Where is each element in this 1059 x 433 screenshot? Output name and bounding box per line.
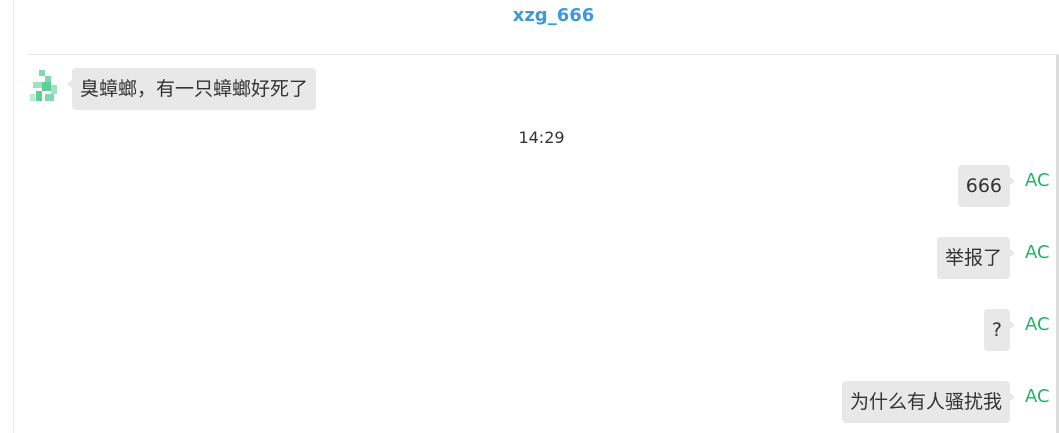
chat-window: xzg_666 臭蟑螂，有一只蟑螂好死了 14:29 666 AC 举报了 AC… — [0, 0, 1059, 433]
sender-tag[interactable]: AC — [1025, 387, 1050, 407]
message-text: 666 — [965, 175, 1002, 197]
message-text: ? — [991, 319, 1002, 341]
chat-header: xzg_666 — [28, 0, 1059, 55]
message-text: 为什么有人骚扰我 — [849, 391, 1002, 413]
outgoing-message-bubble[interactable]: 为什么有人骚扰我 — [841, 381, 1016, 423]
message-text: 举报了 — [944, 247, 1002, 269]
message-text: 臭蟑螂，有一只蟑螂好死了 — [80, 78, 309, 100]
chat-title[interactable]: xzg_666 — [513, 0, 595, 32]
outgoing-message-bubble[interactable]: 举报了 — [936, 237, 1016, 279]
outgoing-message-bubble[interactable]: ? — [983, 309, 1016, 351]
sender-tag[interactable]: AC — [1025, 171, 1050, 191]
sender-tag[interactable]: AC — [1025, 243, 1050, 263]
green-pixel-avatar-icon[interactable] — [30, 70, 60, 102]
sender-tag[interactable]: AC — [1025, 315, 1050, 335]
outgoing-message-bubble[interactable]: 666 — [957, 165, 1016, 207]
left-divider — [13, 0, 14, 433]
incoming-message-bubble[interactable]: 臭蟑螂，有一只蟑螂好死了 — [66, 68, 317, 110]
message-timestamp: 14:29 — [518, 128, 565, 147]
